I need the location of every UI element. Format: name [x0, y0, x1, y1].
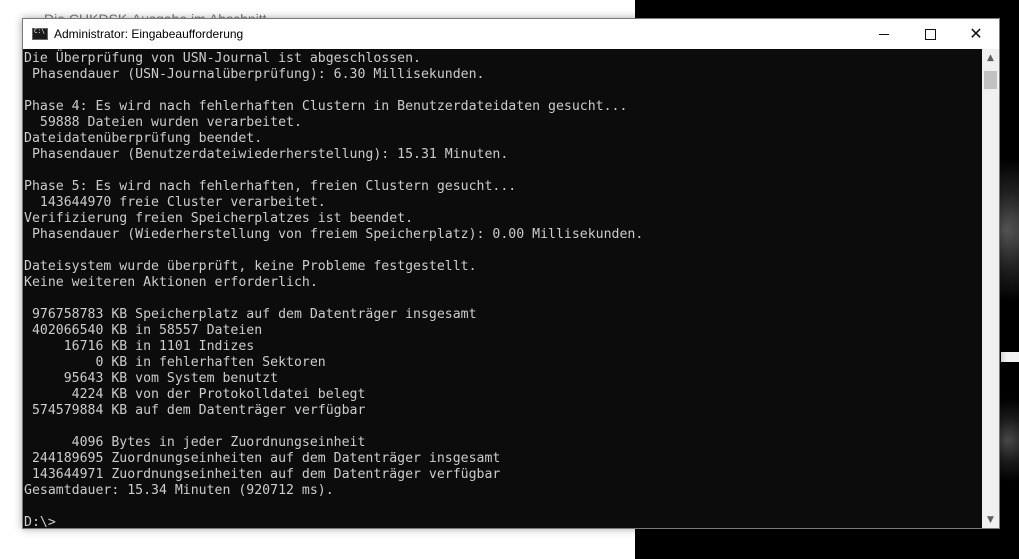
console-line: 976758783 KB Speicherplatz auf dem Daten… — [24, 307, 477, 322]
console-line: 95643 KB vom System benutzt — [24, 371, 279, 386]
maximize-icon — [924, 28, 936, 40]
console-line: 16716 KB in 1101 Indizes — [24, 339, 255, 354]
console-line: 143644970 freie Cluster verarbeitet. — [24, 195, 326, 210]
console-line: Phase 5: Es wird nach fehlerhaften, frei… — [24, 179, 517, 194]
cmd-icon[interactable] — [32, 28, 48, 40]
title-bar[interactable]: Administrator: Eingabeaufforderung ✕ — [23, 19, 999, 49]
console-line: 574579884 KB auf dem Datenträger verfügb… — [24, 403, 366, 418]
console-line: Phasendauer (Wiederherstellung von freie… — [24, 227, 644, 242]
console-line: Phase 4: Es wird nach fehlerhaften Clust… — [24, 99, 628, 114]
scroll-up-arrow-icon[interactable]: ▲ — [982, 49, 999, 66]
background-image-fragment — [1000, 380, 1019, 500]
console-line: 59888 Dateien wurden verarbeitet. — [24, 115, 302, 130]
console-line: Phasendauer (USN-Journalüberprüfung): 6.… — [24, 67, 485, 82]
console-line: Dateidatenüberprüfung beendet. — [24, 131, 263, 146]
console-line: Die Überprüfung von USN-Journal ist abge… — [24, 51, 421, 66]
minimize-button[interactable] — [861, 19, 907, 49]
background-image-fragment — [1000, 150, 1019, 350]
minimize-icon — [879, 33, 889, 35]
console-line: Verifizierung freien Speicherplatzes ist… — [24, 211, 414, 226]
console-line: 244189695 Zuordnungseinheiten auf dem Da… — [24, 451, 501, 466]
console-line: 402066540 KB in 58557 Dateien — [24, 323, 263, 338]
console-line: D:\> — [24, 515, 56, 528]
scroll-thumb[interactable] — [984, 71, 997, 89]
maximize-button[interactable] — [907, 19, 953, 49]
scroll-down-arrow-icon[interactable]: ▼ — [982, 511, 999, 528]
vertical-scrollbar[interactable]: ▲ ▼ — [982, 49, 999, 528]
console-line: 143644971 Zuordnungseinheiten auf dem Da… — [24, 467, 501, 482]
console-line: Phasendauer (Benutzerdateiwiederherstell… — [24, 147, 509, 162]
close-icon: ✕ — [969, 24, 983, 43]
console-output-area[interactable]: Die Überprüfung von USN-Journal ist abge… — [23, 49, 982, 528]
console-line: 4096 Bytes in jeder Zuordnungseinheit — [24, 435, 366, 450]
window-controls: ✕ — [861, 19, 999, 49]
command-prompt-window[interactable]: Administrator: Eingabeaufforderung ✕ Die… — [22, 18, 1000, 529]
console-line: 4224 KB von der Protokolldatei belegt — [24, 387, 366, 402]
close-button[interactable]: ✕ — [953, 19, 999, 49]
console-line: Dateisystem wurde überprüft, keine Probl… — [24, 259, 477, 274]
console-line: 0 KB in fehlerhaften Sektoren — [24, 355, 326, 370]
background-window-edge — [1001, 352, 1019, 362]
window-title: Administrator: Eingabeaufforderung — [54, 27, 244, 41]
console-line: Gesamtdauer: 15.34 Minuten (920712 ms). — [24, 483, 334, 498]
console-line: Keine weiteren Aktionen erforderlich. — [24, 275, 318, 290]
console-text: Die Überprüfung von USN-Journal ist abge… — [23, 49, 982, 528]
